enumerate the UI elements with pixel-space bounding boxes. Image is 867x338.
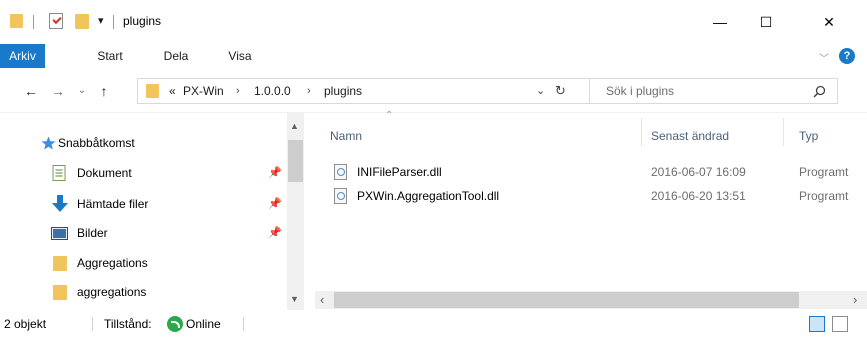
maximize-button[interactable]: ☐ [743, 7, 789, 37]
breadcrumb-separator[interactable]: › [307, 79, 311, 103]
file-row[interactable]: INIFileParser.dll 2016-06-07 16:09 Progr… [330, 160, 867, 184]
state-value: Online [186, 317, 221, 331]
column-header-name[interactable]: Namn [330, 126, 362, 146]
title-bar: ▾ plugins — ☐ ✕ [0, 0, 867, 44]
nav-item-label: Hämtade filer [77, 197, 149, 211]
address-bar[interactable]: « PX-Win › 1.0.0.0 › plugins ⌄ ↻ [137, 78, 602, 104]
tab-start[interactable]: Start [90, 44, 130, 68]
file-type: Programt [799, 189, 849, 203]
nav-item-documents[interactable]: Dokument 📌 [0, 158, 287, 188]
dll-file-icon [334, 188, 347, 204]
help-icon[interactable]: ? [839, 48, 855, 64]
nav-item-label: Aggregations [77, 256, 148, 270]
window-title: plugins [123, 14, 162, 28]
scroll-up-icon[interactable]: ▲ [290, 121, 299, 131]
download-icon [52, 195, 68, 212]
search-icon[interactable] [813, 85, 826, 98]
folder-icon [53, 256, 67, 271]
tab-visa[interactable]: Visa [220, 44, 260, 68]
folder-icon [10, 14, 23, 28]
nav-item-downloads[interactable]: Hämtade filer 📌 [0, 189, 287, 219]
properties-check-icon[interactable] [49, 13, 63, 29]
file-modified: 2016-06-20 13:51 [651, 189, 746, 203]
nav-scrollbar-thumb[interactable] [288, 140, 303, 182]
breadcrumb-separator[interactable]: › [236, 79, 240, 103]
pin-icon[interactable]: 📌 [268, 189, 282, 219]
nav-item-label: Bilder [77, 226, 108, 240]
sort-ascending-icon: ⌃ [385, 110, 394, 121]
nav-item-pictures[interactable]: Bilder 📌 [0, 218, 287, 248]
pictures-icon [51, 227, 68, 240]
online-sync-icon [167, 316, 183, 332]
ribbon-expand-icon[interactable]: ﹀ [819, 50, 829, 65]
separator [33, 15, 34, 29]
forward-arrow-icon[interactable]: → [47, 80, 69, 102]
star-icon [41, 136, 56, 150]
file-name: PXWin.AggregationTool.dll [357, 189, 500, 203]
file-name: INIFileParser.dll [357, 165, 442, 179]
separator [92, 317, 93, 331]
documents-icon [52, 165, 66, 181]
file-type: Programt [799, 165, 849, 179]
column-header-modified[interactable]: Senast ändrad [651, 126, 729, 146]
breadcrumb-px-win[interactable]: PX-Win [183, 79, 224, 103]
breadcrumb-version[interactable]: 1.0.0.0 [254, 79, 291, 103]
nav-item-label: Dokument [77, 166, 132, 180]
column-divider[interactable] [641, 118, 642, 146]
scroll-right-icon[interactable]: › [853, 292, 857, 307]
qat-dropdown-icon[interactable]: ▾ [98, 14, 104, 27]
back-arrow-icon[interactable]: ← [20, 80, 42, 102]
pin-icon[interactable]: 📌 [268, 218, 282, 248]
nav-item-aggregations[interactable]: Aggregations [0, 248, 287, 278]
ribbon-tabs: Arkiv Start Dela Visa ﹀ ? [0, 44, 867, 68]
nav-item-label: aggregations [77, 285, 147, 299]
navigation-pane: Snabbåtkomst Dokument 📌 Hämtade filer 📌 … [0, 113, 300, 310]
dll-file-icon [334, 164, 347, 180]
scroll-down-icon[interactable]: ▼ [290, 294, 299, 304]
state-label: Tillstånd: [104, 317, 152, 331]
scroll-left-icon[interactable]: ‹ [320, 292, 324, 307]
tab-dela[interactable]: Dela [156, 44, 196, 68]
up-arrow-icon[interactable]: ↑ [93, 80, 115, 102]
column-divider[interactable] [783, 118, 784, 146]
nav-item-aggregations-lower[interactable]: aggregations [0, 277, 287, 307]
nav-item-quick-access[interactable]: Snabbåtkomst [0, 128, 287, 158]
file-modified: 2016-06-07 16:09 [651, 165, 746, 179]
navigation-row: ← → ⌄ ↑ « PX-Win › 1.0.0.0 › plugins ⌄ ↻… [0, 72, 867, 112]
breadcrumb-overflow[interactable]: « [169, 79, 176, 103]
column-header-type[interactable]: Typ [799, 126, 818, 146]
close-button[interactable]: ✕ [806, 7, 852, 37]
horizontal-scrollbar-thumb[interactable] [334, 292, 799, 308]
separator [243, 317, 244, 331]
details-view-icon[interactable] [809, 316, 825, 332]
status-bar: 2 objekt Tillstånd: Online [0, 310, 867, 338]
item-count: 2 objekt [4, 317, 47, 331]
new-folder-icon[interactable] [75, 14, 89, 29]
recent-locations-chevron-icon[interactable]: ⌄ [71, 80, 93, 102]
folder-icon [146, 84, 159, 98]
nav-item-label: Snabbåtkomst [58, 136, 135, 150]
search-input[interactable]: Sök i plugins [606, 79, 674, 103]
pin-icon[interactable]: 📌 [268, 158, 282, 188]
minimize-button[interactable]: — [697, 7, 743, 37]
breadcrumb-plugins[interactable]: plugins [324, 79, 362, 103]
separator [113, 15, 114, 29]
folder-icon [53, 285, 67, 300]
search-box[interactable]: Sök i plugins [589, 78, 838, 104]
address-dropdown-icon[interactable]: ⌄ [536, 84, 545, 97]
file-row[interactable]: PXWin.AggregationTool.dll 2016-06-20 13:… [330, 184, 867, 208]
tab-arkiv[interactable]: Arkiv [0, 44, 45, 68]
refresh-icon[interactable]: ↻ [555, 83, 566, 99]
large-icons-view-icon[interactable] [832, 316, 848, 332]
